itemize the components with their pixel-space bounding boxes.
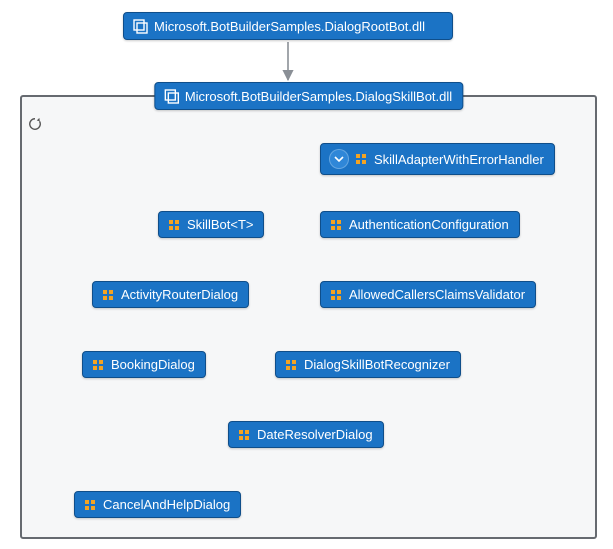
node-date-resolver[interactable]: DateResolverDialog (228, 421, 384, 448)
node-label: BookingDialog (111, 357, 195, 372)
refresh-icon[interactable] (26, 115, 44, 133)
node-label: Microsoft.BotBuilderSamples.DialogSkillB… (185, 89, 452, 104)
node-label: DialogSkillBotRecognizer (304, 357, 450, 372)
class-icon (329, 288, 343, 302)
expand-chevron-icon[interactable] (329, 149, 349, 169)
class-icon (101, 288, 115, 302)
node-label: SkillBot<T> (187, 217, 253, 232)
node-booking-dialog[interactable]: BookingDialog (82, 351, 206, 378)
class-icon (284, 358, 298, 372)
assembly-icon (163, 88, 179, 104)
node-recognizer[interactable]: DialogSkillBotRecognizer (275, 351, 461, 378)
node-label: ActivityRouterDialog (121, 287, 238, 302)
node-allowed-callers[interactable]: AllowedCallersClaimsValidator (320, 281, 536, 308)
node-label: CancelAndHelpDialog (103, 497, 230, 512)
node-label: DateResolverDialog (257, 427, 373, 442)
class-icon (91, 358, 105, 372)
node-skillbot[interactable]: SkillBot<T> (158, 211, 264, 238)
assembly-icon (132, 18, 148, 34)
node-root-assembly[interactable]: Microsoft.BotBuilderSamples.DialogRootBo… (123, 12, 453, 40)
node-label: SkillAdapterWithErrorHandler (374, 152, 544, 167)
class-icon (167, 218, 181, 232)
class-icon (329, 218, 343, 232)
class-icon (83, 498, 97, 512)
node-activity-router[interactable]: ActivityRouterDialog (92, 281, 249, 308)
class-icon (237, 428, 251, 442)
node-skill-adapter[interactable]: SkillAdapterWithErrorHandler (320, 143, 555, 175)
node-cancel-help[interactable]: CancelAndHelpDialog (74, 491, 241, 518)
node-label: AllowedCallersClaimsValidator (349, 287, 525, 302)
node-label: AuthenticationConfiguration (349, 217, 509, 232)
node-label: Microsoft.BotBuilderSamples.DialogRootBo… (154, 19, 425, 34)
container-header[interactable]: Microsoft.BotBuilderSamples.DialogSkillB… (154, 82, 463, 110)
diagram-canvas: Microsoft.BotBuilderSamples.DialogRootBo… (0, 0, 613, 549)
class-icon (354, 152, 368, 166)
node-auth-config[interactable]: AuthenticationConfiguration (320, 211, 520, 238)
